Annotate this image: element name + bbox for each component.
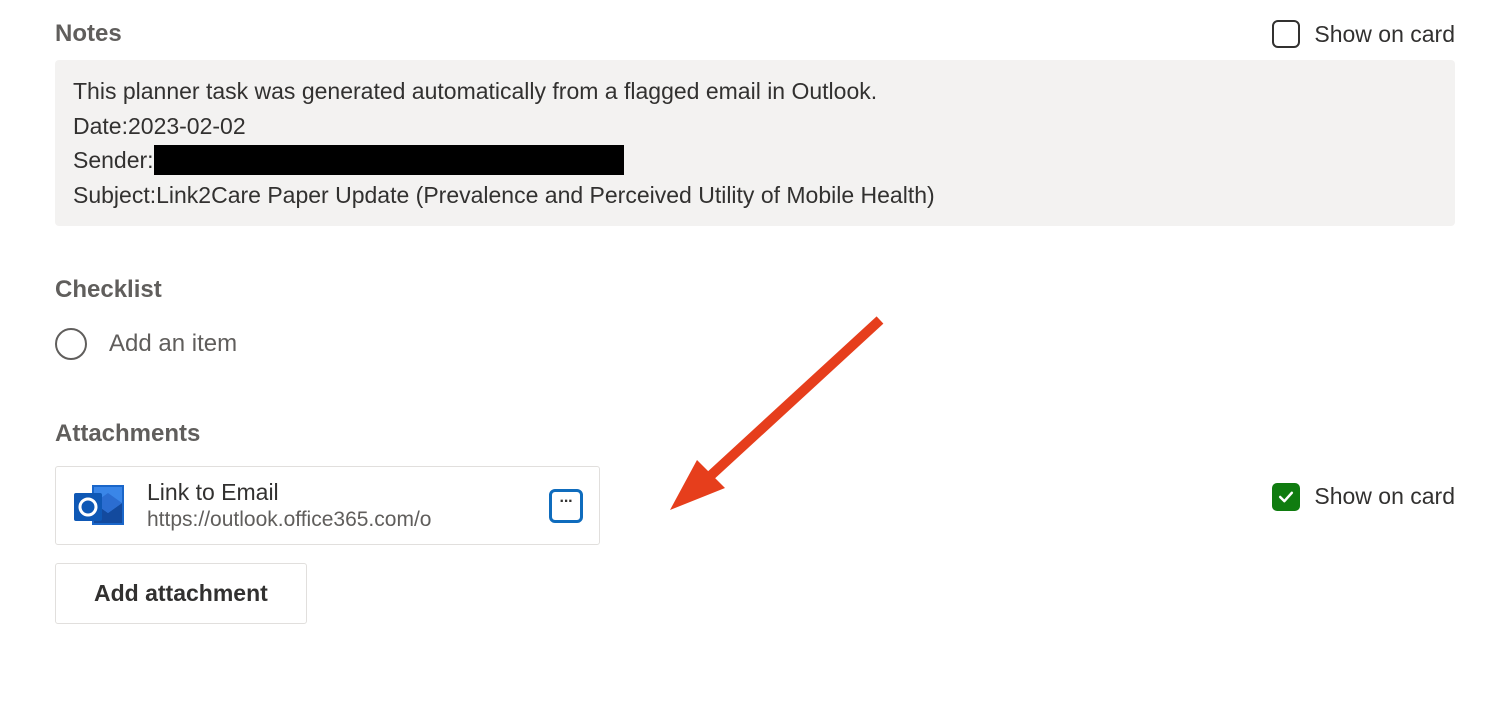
redacted-sender: [154, 145, 624, 175]
radio-circle-icon: [55, 328, 87, 360]
attachment-title: Link to Email: [147, 479, 529, 506]
notes-date-prefix: Date:: [73, 109, 128, 144]
attachment-more-button[interactable]: ···: [549, 489, 583, 523]
notes-show-on-card-toggle[interactable]: Show on card: [1272, 20, 1455, 48]
attachments-section-title: Attachments: [55, 420, 1455, 448]
notes-line-1: This planner task was generated automati…: [73, 74, 1437, 109]
notes-show-on-card-label: Show on card: [1314, 21, 1455, 48]
notes-subject-prefix: Subject:: [73, 178, 156, 213]
checklist-section-title: Checklist: [55, 276, 1455, 304]
attachment-item[interactable]: Link to Email https://outlook.office365.…: [55, 466, 600, 545]
attachment-url: https://outlook.office365.com/o: [147, 508, 529, 532]
notes-textarea[interactable]: This planner task was generated automati…: [55, 60, 1455, 226]
attachments-show-on-card-toggle[interactable]: Show on card: [1272, 483, 1455, 511]
notes-section-title: Notes: [55, 20, 122, 48]
notes-subject-value: Link2Care Paper Update (Prevalence and P…: [156, 178, 935, 213]
add-attachment-button[interactable]: Add attachment: [55, 563, 307, 624]
notes-sender-prefix: Sender:: [73, 143, 154, 178]
checklist-add-item-input[interactable]: Add an item: [55, 328, 1455, 360]
checkbox-unchecked-icon: [1272, 20, 1300, 48]
notes-date-value: 2023-02-02: [128, 109, 246, 144]
outlook-icon: [72, 481, 127, 531]
attachments-show-on-card-label: Show on card: [1314, 483, 1455, 510]
checklist-add-item-placeholder: Add an item: [109, 330, 237, 358]
checkbox-checked-icon: [1272, 483, 1300, 511]
more-dots-icon: ···: [560, 494, 573, 510]
